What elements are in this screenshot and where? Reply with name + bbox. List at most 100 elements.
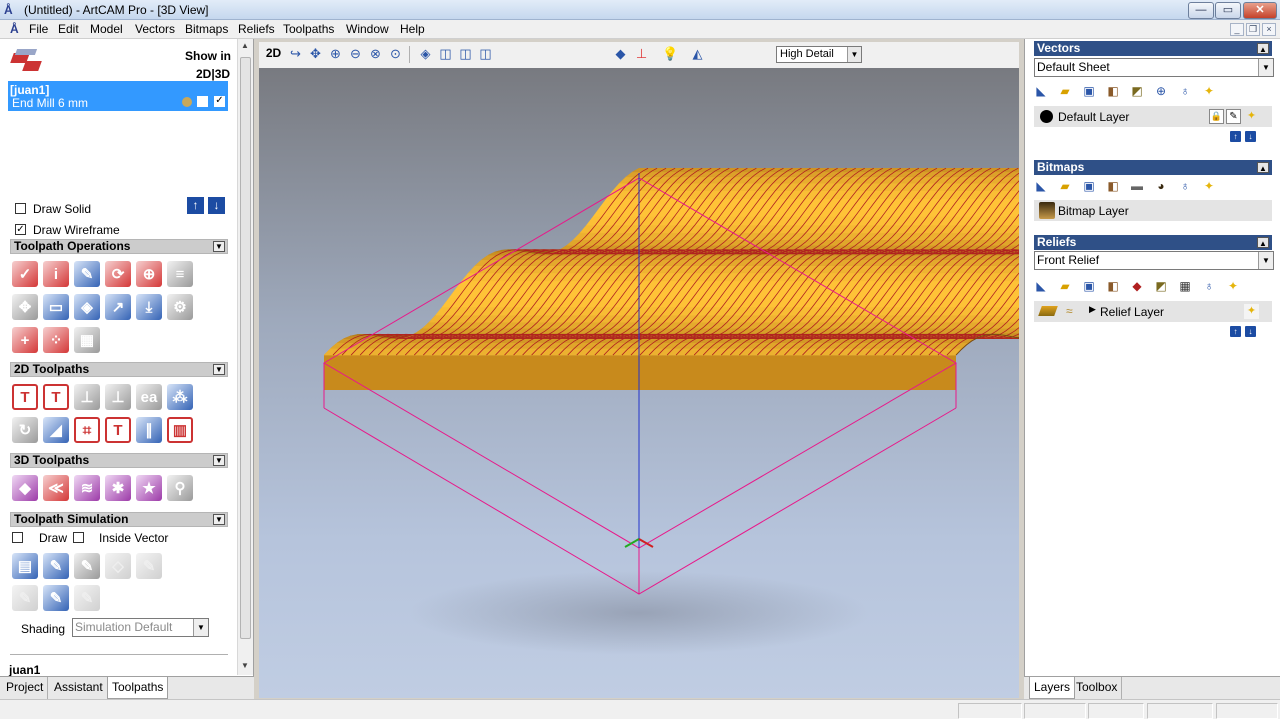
simulation-step-icon[interactable]: ✎: [12, 585, 38, 611]
scroll-thumb[interactable]: [240, 57, 251, 639]
vectors-header[interactable]: Vectors ▲: [1034, 41, 1272, 56]
mdi-restore-button[interactable]: ❐: [1246, 23, 1260, 36]
collapse-icon[interactable]: ▲: [1257, 237, 1269, 248]
layer-color-swatch[interactable]: [1040, 110, 1053, 123]
delete-layer-icon[interactable]: ♁: [1202, 279, 1216, 293]
merge-layer-icon[interactable]: ⊕: [1154, 84, 1168, 98]
relief-layer-row[interactable]: ≈ ▶ Relief Layer ✦: [1034, 301, 1272, 322]
toolpath-simulation-header[interactable]: Toolpath Simulation ▼: [10, 512, 228, 527]
copy-icon[interactable]: ◩: [1154, 279, 1168, 293]
relief-select[interactable]: Front Relief ▼: [1034, 251, 1274, 270]
detail-level-select[interactable]: High Detail ▼: [776, 46, 862, 63]
menu-model[interactable]: Model: [90, 22, 123, 36]
3d-inspect-icon[interactable]: ⚲: [167, 475, 193, 501]
new-bitmap-layer-icon[interactable]: ◣: [1034, 179, 1048, 193]
toolpath-recalculate-icon[interactable]: ⟳: [105, 261, 131, 287]
save-icon[interactable]: ▣: [1082, 84, 1096, 98]
toolpath-from-vector-icon[interactable]: ↗: [105, 294, 131, 320]
zoom-extents-icon[interactable]: ⊙: [387, 45, 404, 62]
edit-toolpath-icon[interactable]: ✎: [74, 261, 100, 287]
smart-engraving-icon[interactable]: T: [105, 417, 131, 443]
menu-vectors[interactable]: Vectors: [135, 22, 175, 36]
merge-toolpaths-icon[interactable]: ⊕: [136, 261, 162, 287]
mdi-close-button[interactable]: ×: [1262, 23, 1276, 36]
rotate-icon[interactable]: ↪: [287, 45, 304, 62]
toolpath-list-item[interactable]: [juan1] End Mill 6 mm ✓: [8, 81, 228, 111]
maximize-button[interactable]: ▭: [1215, 2, 1241, 19]
delete-layer-icon[interactable]: ♁: [1178, 179, 1192, 193]
new-toolpath-icon[interactable]: +: [12, 327, 38, 353]
layer-lights-icon[interactable]: ✦: [1226, 279, 1240, 293]
layer-lights-icon[interactable]: ✦: [1202, 179, 1216, 193]
save-toolpath-icon[interactable]: ⤓: [136, 294, 162, 320]
layer-down-icon[interactable]: ↓: [1245, 326, 1256, 337]
copy-icon[interactable]: ▬: [1130, 179, 1144, 193]
collapse-icon[interactable]: ▼: [213, 455, 225, 466]
scroll-down-icon[interactable]: ▼: [241, 661, 249, 670]
chevron-down-icon[interactable]: ▼: [847, 47, 861, 62]
inlay-icon[interactable]: ea: [136, 384, 162, 410]
visibility-bulb-icon[interactable]: ✦: [1244, 109, 1259, 124]
2d-view-button[interactable]: 2D: [265, 45, 282, 62]
show-2d-checkbox[interactable]: [197, 96, 208, 107]
left-panel-scrollbar[interactable]: ▲ ▼: [237, 39, 253, 675]
menu-toolpaths[interactable]: Toolpaths: [283, 22, 334, 36]
toolpaths-3d-header[interactable]: 3D Toolpaths ▼: [10, 453, 228, 468]
simulation-reset-icon[interactable]: ✎: [136, 553, 162, 579]
v-bit-carving-icon[interactable]: ◢: [43, 417, 69, 443]
front-view-icon[interactable]: ◫: [437, 45, 454, 62]
collapse-icon[interactable]: ▼: [213, 241, 225, 252]
new-relief-layer-icon[interactable]: ◣: [1034, 279, 1048, 293]
toolpath-points-icon[interactable]: ⁘: [43, 327, 69, 353]
axes-icon[interactable]: ⊥: [633, 45, 650, 62]
simulation-stop-icon[interactable]: ✎: [74, 585, 100, 611]
vector-sheet-select[interactable]: Default Sheet ▼: [1034, 58, 1274, 77]
collapse-icon[interactable]: ▼: [213, 514, 225, 525]
menu-file[interactable]: File: [29, 22, 48, 36]
scroll-up-icon[interactable]: ▲: [241, 41, 249, 50]
bitmap-image-icon[interactable]: ◕: [1154, 179, 1168, 193]
menu-reliefs[interactable]: Reliefs: [238, 22, 275, 36]
zoom-box-icon[interactable]: ⊗: [367, 45, 384, 62]
tab-toolbox[interactable]: Toolbox: [1072, 677, 1123, 699]
menu-window[interactable]: Window: [346, 22, 389, 36]
simulate-all-icon[interactable]: ✎: [74, 553, 100, 579]
menu-bitmaps[interactable]: Bitmaps: [185, 22, 228, 36]
draw-wireframe-checkbox[interactable]: ✓: [15, 224, 26, 235]
show-3d-checkbox[interactable]: ✓: [214, 96, 225, 107]
inside-vector-checkbox[interactable]: [73, 532, 84, 543]
tool-database-icon[interactable]: ⚙: [167, 294, 193, 320]
shading-icon[interactable]: ◆: [612, 45, 629, 62]
bitmaps-header[interactable]: Bitmaps ▲: [1034, 160, 1272, 175]
tab-toolpaths[interactable]: Toolpaths: [107, 677, 169, 699]
pan-icon[interactable]: ✥: [307, 45, 324, 62]
profile-toolpath-icon[interactable]: T: [12, 384, 38, 410]
collapse-icon[interactable]: ▲: [1257, 162, 1269, 173]
open-folder-icon[interactable]: ▰: [1058, 179, 1072, 193]
menu-help[interactable]: Help: [400, 22, 425, 36]
paste-icon[interactable]: ◧: [1106, 279, 1120, 293]
feature-machining-icon[interactable]: ⌗: [74, 417, 100, 443]
layer-up-icon[interactable]: ↑: [1230, 131, 1241, 142]
toolpath-list-icon[interactable]: ≡: [167, 261, 193, 287]
chevron-down-icon[interactable]: ▼: [1258, 252, 1273, 269]
document-icon[interactable]: Å: [10, 22, 19, 36]
relief-preview-icon[interactable]: ▦: [1178, 279, 1192, 293]
collapse-icon[interactable]: ▲: [1257, 43, 1269, 54]
simulation-material-icon[interactable]: ◇: [105, 553, 131, 579]
simulation-pause-icon[interactable]: ✎: [43, 585, 69, 611]
delete-layer-icon[interactable]: ♁: [1178, 84, 1192, 98]
rest-machining-icon[interactable]: ≋: [74, 475, 100, 501]
toolpath-operations-header[interactable]: Toolpath Operations ▼: [10, 239, 228, 254]
left-view-icon[interactable]: ◫: [457, 45, 474, 62]
minimize-button[interactable]: —: [1188, 2, 1214, 19]
machine-feature-icon[interactable]: ★: [136, 475, 162, 501]
iso-view-icon[interactable]: ◈: [417, 45, 434, 62]
machine-vectors-icon[interactable]: ⊥: [105, 384, 131, 410]
move-down-button[interactable]: ↓: [208, 197, 225, 214]
open-folder-icon[interactable]: ▰: [1058, 84, 1072, 98]
mdi-minimize-button[interactable]: _: [1230, 23, 1244, 36]
light-icon[interactable]: 💡: [662, 45, 679, 62]
simulation-draw-checkbox[interactable]: [12, 532, 23, 543]
display-toolpath-icon[interactable]: ◭: [689, 45, 706, 62]
